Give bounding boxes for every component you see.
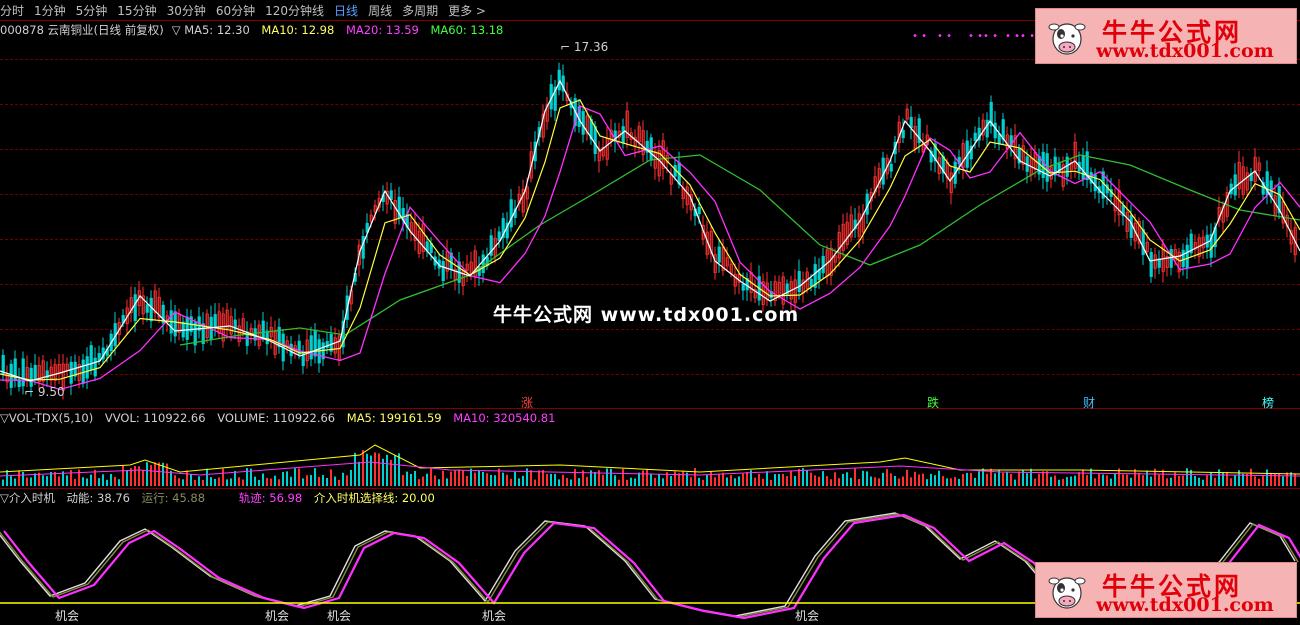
candle-body bbox=[497, 231, 501, 241]
candle-body bbox=[1129, 215, 1133, 238]
guiji-value: 轨迹: 56.98 bbox=[238, 491, 303, 505]
candle-body bbox=[1185, 244, 1189, 269]
chance-label: 机会 bbox=[55, 609, 80, 623]
candle-body bbox=[821, 255, 825, 274]
vol-ma10-value: MA10: 320540.81 bbox=[453, 411, 556, 425]
yunxing-value: 运行: 45.88 bbox=[141, 491, 206, 505]
candle-body bbox=[185, 316, 189, 340]
indicator-name[interactable]: ▽介入时机 bbox=[0, 491, 55, 505]
chance-label: 机会 bbox=[482, 609, 507, 623]
candle-body bbox=[313, 330, 317, 357]
candle-body bbox=[621, 126, 625, 144]
candle-body bbox=[797, 271, 801, 293]
candle-body bbox=[21, 358, 25, 387]
candle-body bbox=[1, 354, 5, 375]
event-dots: • • bbox=[983, 31, 998, 42]
candle-body bbox=[1141, 228, 1145, 255]
candle-body bbox=[85, 356, 89, 379]
candle-body bbox=[901, 130, 905, 139]
candle-body bbox=[213, 314, 217, 328]
chance-label: 机会 bbox=[265, 609, 290, 623]
volume-value: VOLUME: 110922.66 bbox=[217, 411, 336, 425]
candle-body bbox=[149, 297, 153, 322]
logo-url: www.tdx001.com bbox=[1096, 594, 1274, 616]
candle-body bbox=[889, 163, 893, 172]
candle-body bbox=[881, 157, 885, 185]
candle-body bbox=[361, 235, 365, 259]
vol-ma5-value: MA5: 199161.59 bbox=[346, 411, 442, 425]
candle-body bbox=[389, 190, 393, 201]
dongneng-value: 动能: 38.76 bbox=[66, 491, 130, 505]
candle-body bbox=[309, 335, 313, 360]
low-price-label: ⌐ 9.50 bbox=[24, 385, 65, 399]
candle-body bbox=[993, 122, 997, 139]
chance-label: 机会 bbox=[327, 609, 352, 623]
event-dots: • • bbox=[937, 31, 952, 42]
candle-body bbox=[973, 132, 977, 142]
candle-body bbox=[741, 283, 745, 291]
candle-body bbox=[265, 330, 269, 345]
candle-body bbox=[717, 246, 721, 263]
event-mark-bang[interactable]: 榜 bbox=[1262, 394, 1274, 411]
event-dots: • • bbox=[968, 31, 983, 42]
candle-body bbox=[1169, 249, 1173, 268]
candle-body bbox=[133, 294, 137, 321]
candle-body bbox=[481, 254, 485, 274]
candle-body bbox=[1205, 234, 1209, 248]
site-logo[interactable]: 牛牛公式网 www.tdx001.com bbox=[1035, 562, 1297, 618]
candle-body bbox=[69, 361, 73, 384]
candle-body bbox=[145, 304, 149, 313]
event-dots: • • bbox=[912, 31, 927, 42]
candle-body bbox=[1041, 151, 1045, 178]
candle-body bbox=[89, 345, 93, 371]
cow-icon bbox=[1048, 23, 1086, 55]
chance-label: 机会 bbox=[795, 609, 820, 623]
candle-body bbox=[441, 261, 445, 282]
event-dots: • • bbox=[1005, 31, 1020, 42]
candle-body bbox=[1181, 249, 1185, 268]
candle-body bbox=[1149, 251, 1153, 277]
volume-header: ▽VOL-TDX(5,10) VVOL: 110922.66 VOLUME: 1… bbox=[0, 411, 563, 425]
candle-body bbox=[1081, 154, 1085, 180]
indicator-header: ▽介入时机 动能: 38.76 运行: 45.88 轨迹: 56.98 介入时机… bbox=[0, 490, 443, 506]
site-logo[interactable]: 牛牛公式网 www.tdx001.com bbox=[1035, 8, 1297, 64]
vvol-value: VVOL: 110922.66 bbox=[104, 411, 206, 425]
candle-body bbox=[1001, 119, 1005, 140]
candle-body bbox=[329, 333, 333, 352]
candle-body bbox=[593, 126, 597, 155]
candle-body bbox=[697, 206, 701, 215]
watermark-text: 牛牛公式网 www.tdx001.com bbox=[493, 304, 800, 326]
candle-body bbox=[261, 320, 265, 338]
candle-body bbox=[1233, 174, 1237, 196]
event-mark-zhang[interactable]: 涨 bbox=[521, 394, 533, 411]
candle-body bbox=[173, 311, 177, 337]
candle-body bbox=[193, 322, 197, 346]
candle-body bbox=[909, 116, 913, 128]
event-mark-die[interactable]: 跌 bbox=[927, 394, 939, 411]
event-mark-cai[interactable]: 财 bbox=[1083, 394, 1095, 411]
candle-body bbox=[809, 278, 813, 287]
event-dots: • • bbox=[1020, 31, 1035, 42]
cow-icon bbox=[1048, 577, 1086, 609]
high-price-label: ⌐ 17.36 bbox=[560, 40, 609, 54]
candle-body bbox=[181, 321, 185, 338]
candle-body bbox=[97, 353, 101, 362]
candle-body bbox=[93, 357, 97, 377]
candle-body bbox=[33, 364, 37, 380]
volume-indicator-name[interactable]: ▽VOL-TDX(5,10) bbox=[0, 411, 93, 425]
candle-body bbox=[581, 111, 585, 135]
logo-url: www.tdx001.com bbox=[1096, 40, 1274, 62]
candle-body bbox=[509, 199, 513, 228]
select-line-value: 介入时机选择线: 20.00 bbox=[313, 491, 435, 505]
candle-body bbox=[29, 367, 33, 387]
vol-ma5-line bbox=[0, 444, 1300, 475]
candle-body bbox=[985, 119, 989, 138]
